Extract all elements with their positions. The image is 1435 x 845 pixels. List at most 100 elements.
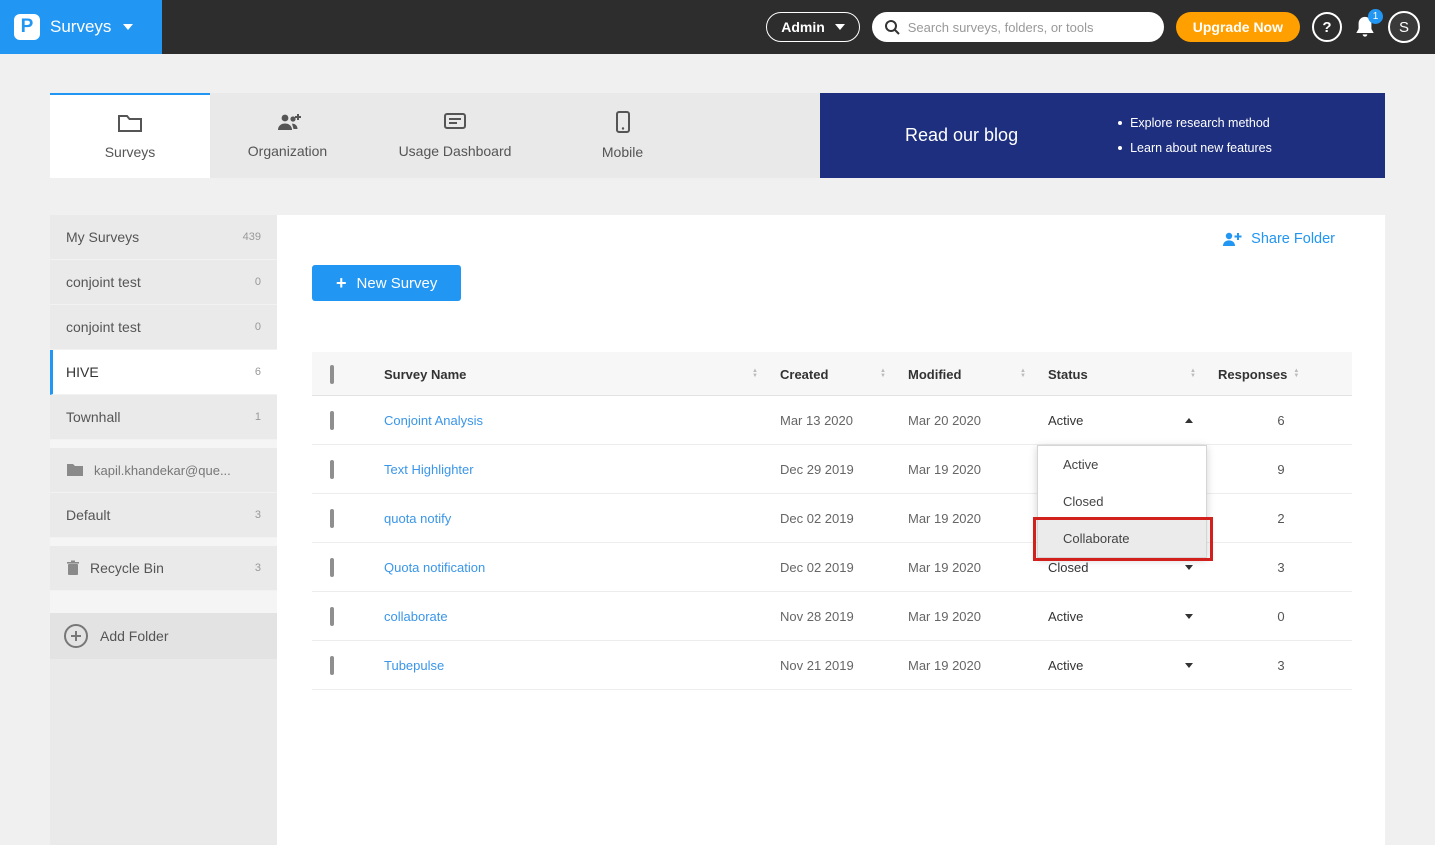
column-header-created: Created	[780, 367, 828, 382]
folder-icon	[117, 113, 143, 133]
search-icon	[884, 19, 900, 35]
sidebar-divider	[50, 538, 277, 546]
shared-folder-icon	[66, 463, 84, 477]
app-menu[interactable]: P Surveys	[0, 0, 162, 54]
banner-bullet: Learn about new features	[1118, 136, 1272, 161]
sidebar-item-townhall[interactable]: Townhall1	[50, 395, 277, 440]
column-header-status: Status	[1048, 367, 1088, 382]
row-checkbox[interactable]	[330, 411, 334, 430]
dashboard-icon	[443, 112, 467, 132]
responses-count: 6	[1210, 413, 1352, 428]
sidebar-divider	[50, 440, 277, 448]
add-folder-button[interactable]: Add Folder	[50, 613, 277, 659]
modified-date: Mar 19 2020	[900, 462, 1040, 477]
survey-name-link[interactable]: Quota notification	[368, 560, 772, 575]
tab-label: Organization	[248, 143, 327, 159]
sort-icon[interactable]: ▲▼	[880, 369, 886, 379]
survey-name-link[interactable]: Text Highlighter	[368, 462, 772, 477]
notifications-button[interactable]: 1	[1354, 15, 1376, 39]
mobile-phone-icon	[616, 111, 630, 133]
new-survey-button[interactable]: + New Survey	[312, 265, 461, 301]
status-dropdown-trigger[interactable]: Active	[1040, 658, 1210, 673]
questionpro-logo-icon: P	[14, 14, 40, 40]
created-date: Nov 28 2019	[772, 609, 900, 624]
banner-title[interactable]: Read our blog	[905, 125, 1018, 146]
status-option-closed[interactable]: Closed	[1038, 483, 1206, 520]
tab-mobile[interactable]: Mobile	[545, 93, 700, 178]
surveys-panel: Share Folder + New Survey Survey Name▲▼ …	[277, 215, 1385, 845]
select-all-checkbox[interactable]	[330, 365, 334, 384]
created-date: Mar 13 2020	[772, 413, 900, 428]
sidebar-item-recycle-bin[interactable]: Recycle Bin3	[50, 546, 277, 591]
responses-count: 2	[1210, 511, 1352, 526]
sidebar-item-hive[interactable]: HIVE6	[50, 350, 277, 395]
status-dropdown-trigger[interactable]: Closed	[1040, 560, 1210, 575]
column-header-survey-name: Survey Name	[384, 367, 466, 382]
survey-name-link[interactable]: quota notify	[368, 511, 772, 526]
caret-up-icon	[1185, 418, 1193, 423]
global-search[interactable]	[872, 12, 1164, 42]
caret-down-icon	[1185, 663, 1193, 668]
search-input[interactable]	[908, 20, 1152, 35]
share-folder-button[interactable]: Share Folder	[1220, 231, 1335, 247]
table-row: Conjoint Analysis Mar 13 2020 Mar 20 202…	[312, 396, 1352, 445]
bullet-dot-icon	[1118, 146, 1122, 150]
sort-icon[interactable]: ▲▼	[1020, 369, 1026, 379]
bullet-dot-icon	[1118, 121, 1122, 125]
caret-down-icon	[1185, 565, 1193, 570]
tab-surveys[interactable]: Surveys	[50, 93, 210, 178]
module-tabstrip: Surveys Organization Usage Dashboard Mob…	[50, 93, 1385, 178]
survey-name-link[interactable]: collaborate	[368, 609, 772, 624]
survey-name-link[interactable]: Tubepulse	[368, 658, 772, 673]
responses-count: 3	[1210, 658, 1352, 673]
tab-label: Usage Dashboard	[399, 143, 512, 159]
sidebar-item-default[interactable]: Default3	[50, 493, 277, 538]
status-dropdown-menu: Active Closed Collaborate	[1037, 445, 1207, 558]
sidebar-item-shared-folder[interactable]: kapil.khandekar@que...	[50, 448, 277, 493]
created-date: Nov 21 2019	[772, 658, 900, 673]
status-dropdown-trigger[interactable]: Active	[1040, 413, 1210, 428]
modified-date: Mar 19 2020	[900, 658, 1040, 673]
folders-sidebar: My Surveys439 conjoint test0 conjoint te…	[50, 215, 277, 845]
column-header-responses: Responses	[1218, 367, 1287, 382]
upgrade-now-button[interactable]: Upgrade Now	[1176, 12, 1300, 42]
chevron-down-icon	[123, 24, 133, 30]
responses-count: 0	[1210, 609, 1352, 624]
row-checkbox[interactable]	[330, 607, 334, 626]
tab-organization[interactable]: Organization	[210, 93, 365, 178]
tab-usage-dashboard[interactable]: Usage Dashboard	[365, 93, 545, 178]
created-date: Dec 02 2019	[772, 511, 900, 526]
banner-bullet: Explore research method	[1118, 111, 1272, 136]
row-checkbox[interactable]	[330, 558, 334, 577]
status-dropdown-trigger[interactable]: Active	[1040, 609, 1210, 624]
survey-name-link[interactable]: Conjoint Analysis	[368, 413, 772, 428]
organization-people-icon	[274, 112, 302, 132]
sidebar-item-my-surveys[interactable]: My Surveys439	[50, 215, 277, 260]
status-option-collaborate[interactable]: Collaborate	[1038, 520, 1206, 557]
responses-count: 3	[1210, 560, 1352, 575]
created-date: Dec 29 2019	[772, 462, 900, 477]
tab-label: Surveys	[105, 144, 156, 160]
table-row: collaborate Nov 28 2019 Mar 19 2020 Acti…	[312, 592, 1352, 641]
notification-badge: 1	[1368, 9, 1383, 24]
row-checkbox[interactable]	[330, 656, 334, 675]
sidebar-item-conjoint-test-2[interactable]: conjoint test0	[50, 305, 277, 350]
row-checkbox[interactable]	[330, 509, 334, 528]
status-option-active[interactable]: Active	[1038, 446, 1206, 483]
sidebar-divider	[50, 591, 277, 613]
table-row: Tubepulse Nov 21 2019 Mar 19 2020 Active…	[312, 641, 1352, 690]
sort-icon[interactable]: ▲▼	[752, 369, 758, 379]
column-header-modified: Modified	[908, 367, 961, 382]
row-checkbox[interactable]	[330, 460, 334, 479]
avatar[interactable]: S	[1388, 11, 1420, 43]
created-date: Dec 02 2019	[772, 560, 900, 575]
modified-date: Mar 20 2020	[900, 413, 1040, 428]
blog-banner[interactable]: Read our blog Explore research method Le…	[820, 93, 1385, 178]
trash-icon	[66, 560, 80, 576]
app-menu-label: Surveys	[50, 17, 111, 37]
sort-icon[interactable]: ▲▼	[1190, 369, 1196, 379]
sidebar-item-conjoint-test-1[interactable]: conjoint test0	[50, 260, 277, 305]
help-icon[interactable]: ?	[1312, 12, 1342, 42]
sort-icon[interactable]: ▲▼	[1293, 369, 1299, 379]
admin-menu-button[interactable]: Admin	[766, 12, 860, 42]
